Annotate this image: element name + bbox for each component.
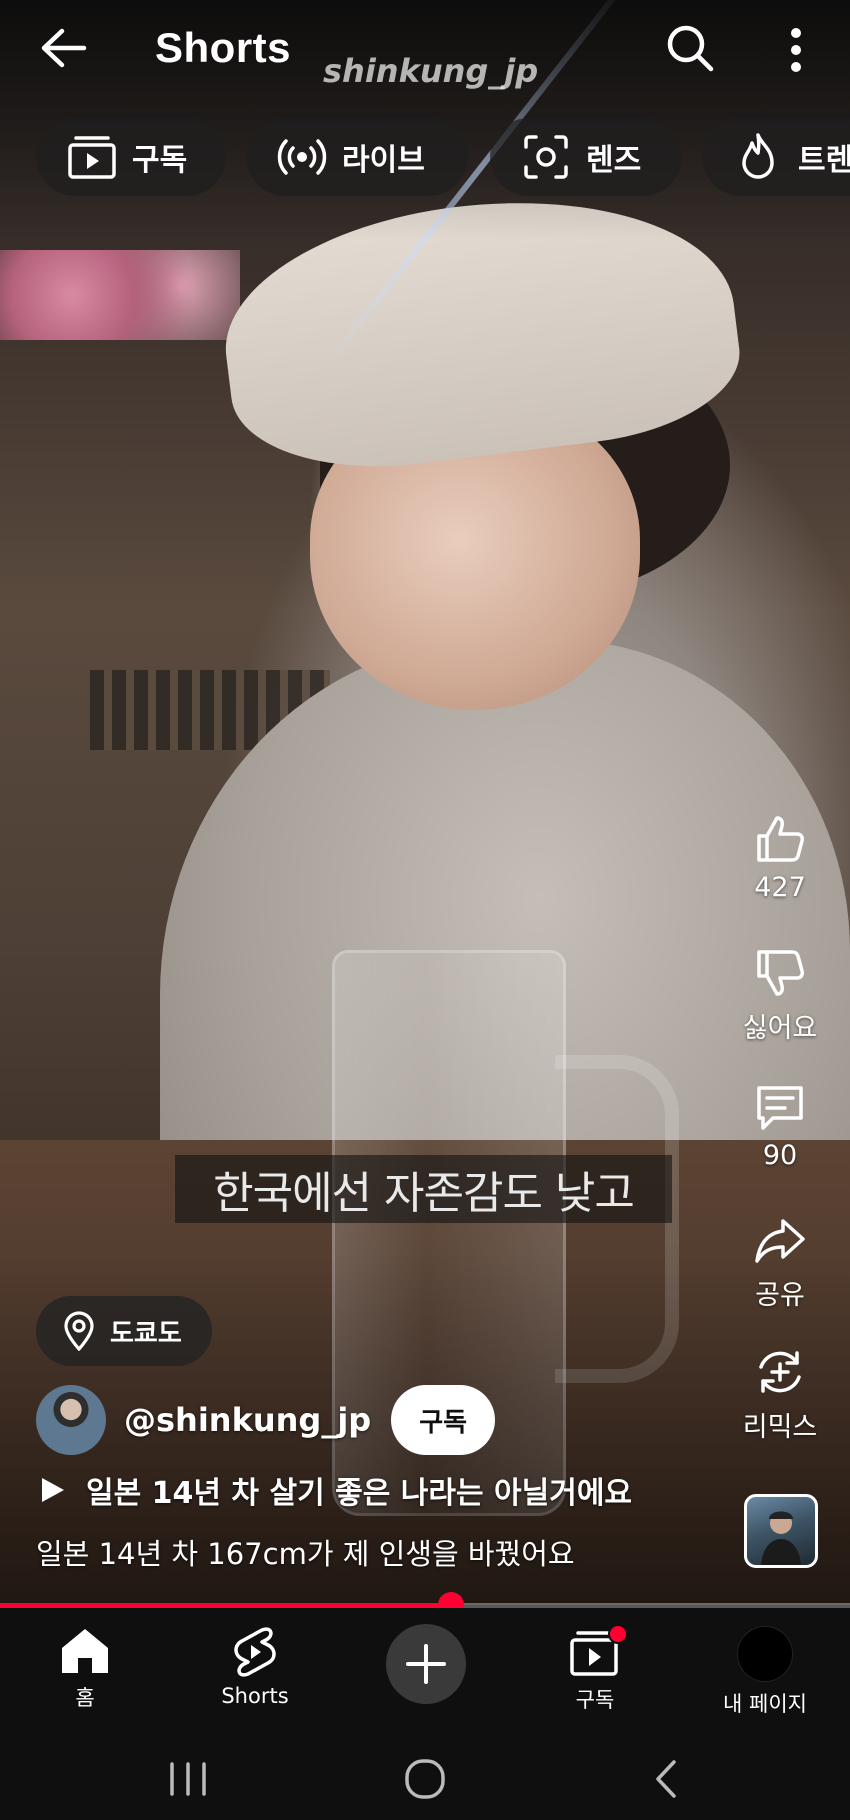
back-chevron-icon <box>656 1760 676 1798</box>
lens-icon <box>524 135 568 179</box>
page-title: Shorts <box>155 24 292 71</box>
back-button[interactable] <box>38 26 88 70</box>
thumbs-down-icon <box>757 950 804 996</box>
chip-label: 트렌 <box>798 143 850 178</box>
chip-lens[interactable]: 렌즈 <box>490 118 682 196</box>
subscriptions-icon <box>68 136 116 179</box>
nav-home-label: 홈 <box>75 1686 95 1710</box>
chip-live[interactable]: 라이브 <box>246 118 468 196</box>
chip-subscriptions[interactable]: 구독 <box>36 118 226 196</box>
create-button[interactable] <box>386 1624 466 1704</box>
search-icon <box>667 25 714 72</box>
profile-avatar <box>737 1626 793 1682</box>
remix-icon <box>759 1351 801 1393</box>
live-icon <box>277 139 327 175</box>
chip-trending[interactable]: 트렌 <box>702 118 850 196</box>
location-pin-icon <box>64 1311 94 1351</box>
bottom-navigation: 홈 Shorts 구독 내 페이지 <box>0 1608 850 1738</box>
recent-apps-icon <box>170 1762 206 1796</box>
sound-thumbnail-image <box>761 1511 801 1565</box>
channel-row: @shinkung_jp 구독 <box>36 1384 496 1456</box>
share-label: 공유 <box>755 1280 805 1311</box>
comment-count: 90 <box>762 1140 798 1171</box>
video-title-row[interactable]: 일본 14년 차 살기 좋은 나라는 아닐거에요 <box>40 1468 632 1512</box>
location-chip[interactable]: 도쿄도 <box>36 1296 212 1366</box>
home-icon <box>62 1629 108 1673</box>
share-icon <box>755 1219 805 1263</box>
chip-label: 라이브 <box>342 143 425 178</box>
nav-shorts[interactable]: Shorts <box>180 1626 330 1708</box>
more-options-button[interactable] <box>775 24 817 76</box>
nav-my-page[interactable]: 내 페이지 <box>690 1626 840 1718</box>
nav-shorts-label: Shorts <box>221 1684 289 1708</box>
channel-handle[interactable]: @shinkung_jp <box>124 1401 371 1439</box>
nav-my-page-label: 내 페이지 <box>723 1692 807 1716</box>
video-background-flowers <box>0 250 240 340</box>
back-system-button[interactable] <box>636 1756 696 1802</box>
video-watermark: shinkung_jp <box>323 52 539 90</box>
nav-home[interactable]: 홈 <box>10 1626 160 1712</box>
system-navigation-bar <box>0 1738 850 1820</box>
video-title: 일본 14년 차 살기 좋은 나라는 아닐거에요 <box>86 1476 633 1511</box>
dislike-label: 싫어요 <box>742 1013 818 1044</box>
home-system-button[interactable] <box>395 1756 455 1802</box>
nav-subscriptions[interactable]: 구독 <box>520 1624 670 1714</box>
video-description[interactable]: 일본 14년 차 167cm가 제 인생을 바꿨어요 <box>36 1531 575 1573</box>
remix-label: 리믹스 <box>742 1412 818 1443</box>
search-button[interactable] <box>664 22 716 74</box>
subscribe-button[interactable]: 구독 <box>391 1385 496 1455</box>
thumbs-up-icon <box>757 816 804 862</box>
dislike-button[interactable]: 싫어요 <box>725 946 835 1045</box>
chip-label: 렌즈 <box>586 143 642 178</box>
chip-label: 구독 <box>132 143 188 178</box>
top-bar: Shorts shinkung_jp <box>0 0 850 105</box>
like-button[interactable]: 427 <box>725 812 835 903</box>
remix-button[interactable]: 리믹스 <box>725 1345 835 1444</box>
trending-icon <box>742 133 774 179</box>
play-icon <box>42 1478 64 1502</box>
location-label: 도쿄도 <box>110 1318 182 1349</box>
comment-icon <box>757 1086 803 1130</box>
nav-subscriptions-label: 구독 <box>575 1688 615 1712</box>
comments-button[interactable]: 90 <box>725 1080 835 1171</box>
plus-icon <box>406 1644 446 1684</box>
more-vertical-icon <box>791 28 801 72</box>
channel-avatar[interactable] <box>36 1385 106 1455</box>
back-arrow-icon <box>41 28 87 68</box>
recent-apps-button[interactable] <box>158 1756 218 1802</box>
sound-thumbnail-button[interactable] <box>744 1494 818 1568</box>
share-button[interactable]: 공유 <box>725 1213 835 1312</box>
like-count: 427 <box>754 872 806 903</box>
new-content-dot <box>608 1624 628 1644</box>
home-circle-icon <box>405 1759 445 1799</box>
shorts-icon <box>234 1627 276 1677</box>
video-subtitle: 한국에선 자존감도 낮고 <box>175 1155 672 1223</box>
